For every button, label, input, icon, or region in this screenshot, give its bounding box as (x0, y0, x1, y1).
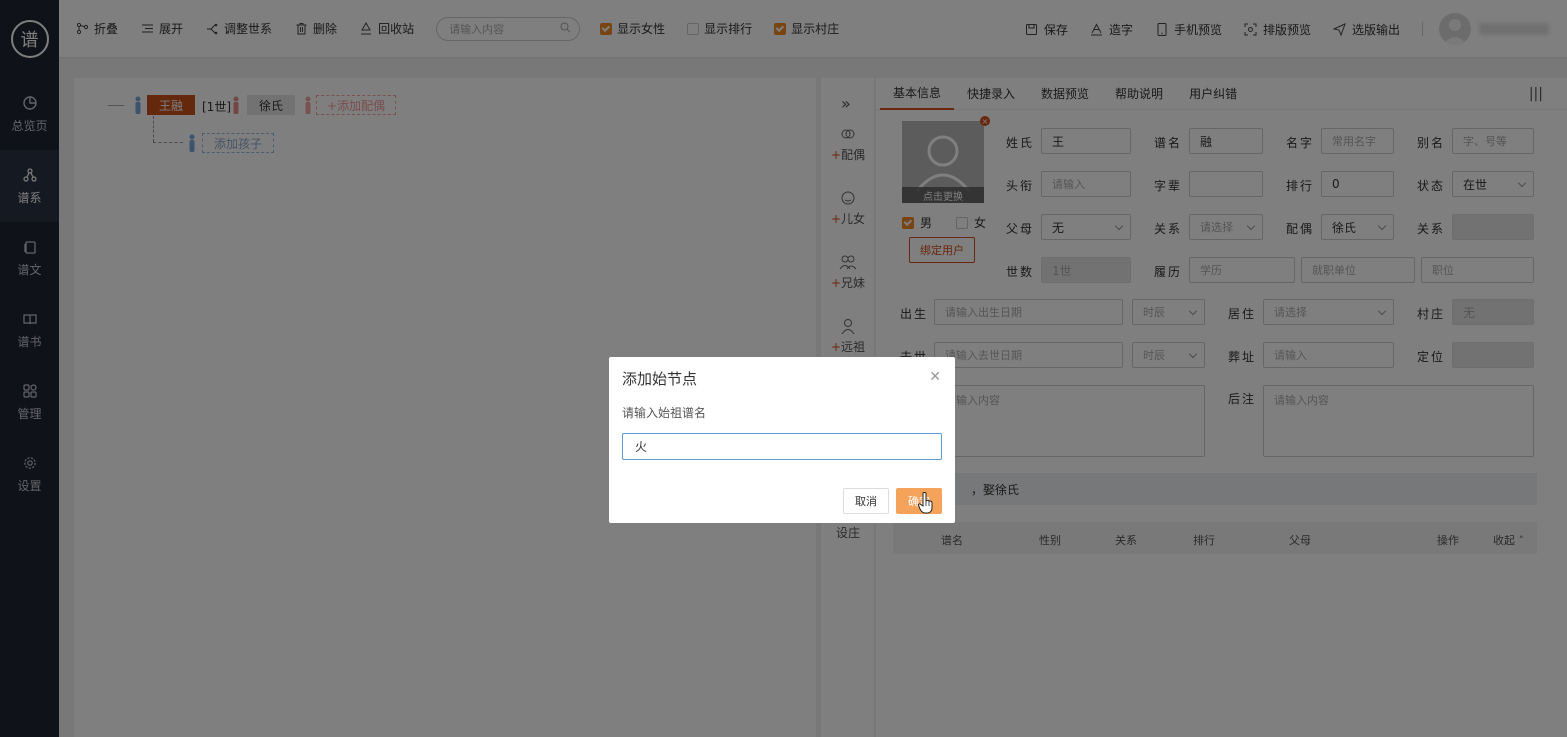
cancel-button[interactable]: 取消 (843, 488, 889, 514)
close-icon[interactable]: ✕ (929, 369, 941, 385)
add-root-dialog: 添加始节点 ✕ 请输入始祖谱名 火 取消 确定 (609, 357, 955, 523)
ancestor-name-input[interactable]: 火 (622, 433, 942, 460)
dialog-prompt: 请输入始祖谱名 (622, 406, 707, 420)
hand-cursor-icon (918, 492, 933, 514)
dialog-title: 添加始节点 (622, 370, 698, 388)
